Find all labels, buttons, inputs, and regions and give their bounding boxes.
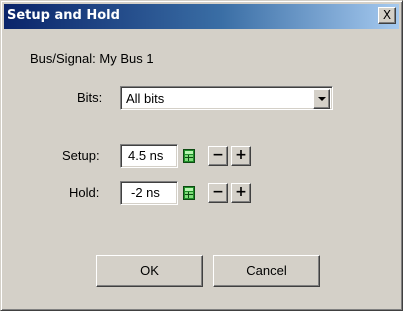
plus-icon: + <box>235 184 247 200</box>
hold-value: -2 ns <box>131 185 160 200</box>
minus-icon: − <box>212 147 224 163</box>
bus-signal-caption: Bus/Signal: <box>30 51 96 66</box>
plus-icon: + <box>235 147 247 163</box>
hold-increment-button[interactable]: + <box>231 183 251 203</box>
bits-select[interactable]: All bits <box>120 86 333 110</box>
bits-dropdown-button[interactable] <box>313 89 330 109</box>
bus-signal-label: Bus/Signal: My Bus 1 <box>30 51 154 66</box>
setup-decrement-button[interactable]: − <box>208 146 228 166</box>
calculator-icon[interactable] <box>183 186 195 200</box>
setup-and-hold-dialog: Setup and Hold X Bus/Signal: My Bus 1 Bi… <box>0 0 403 311</box>
hold-value-field[interactable]: -2 ns <box>120 181 178 205</box>
hold-decrement-button[interactable]: − <box>208 183 228 203</box>
setup-increment-button[interactable]: + <box>231 146 251 166</box>
close-icon: X <box>382 8 392 22</box>
close-button[interactable]: X <box>378 7 396 24</box>
bus-signal-value: My Bus 1 <box>99 51 154 66</box>
setup-value: 4.5 ns <box>128 148 164 163</box>
hold-label: Hold: <box>69 185 100 200</box>
calculator-icon[interactable] <box>183 149 195 163</box>
ok-label: OK <box>140 263 159 278</box>
cancel-label: Cancel <box>246 263 287 278</box>
bits-label: Bits: <box>77 90 103 105</box>
bits-selected-value: All bits <box>126 91 165 106</box>
ok-button[interactable]: OK <box>96 255 203 287</box>
cancel-button[interactable]: Cancel <box>213 255 320 287</box>
setup-value-field[interactable]: 4.5 ns <box>120 144 178 168</box>
title-bar[interactable]: Setup and Hold X <box>4 4 399 29</box>
minus-icon: − <box>212 184 224 200</box>
chevron-down-icon <box>318 97 326 101</box>
window-title: Setup and Hold <box>7 8 120 23</box>
setup-label: Setup: <box>62 148 100 163</box>
